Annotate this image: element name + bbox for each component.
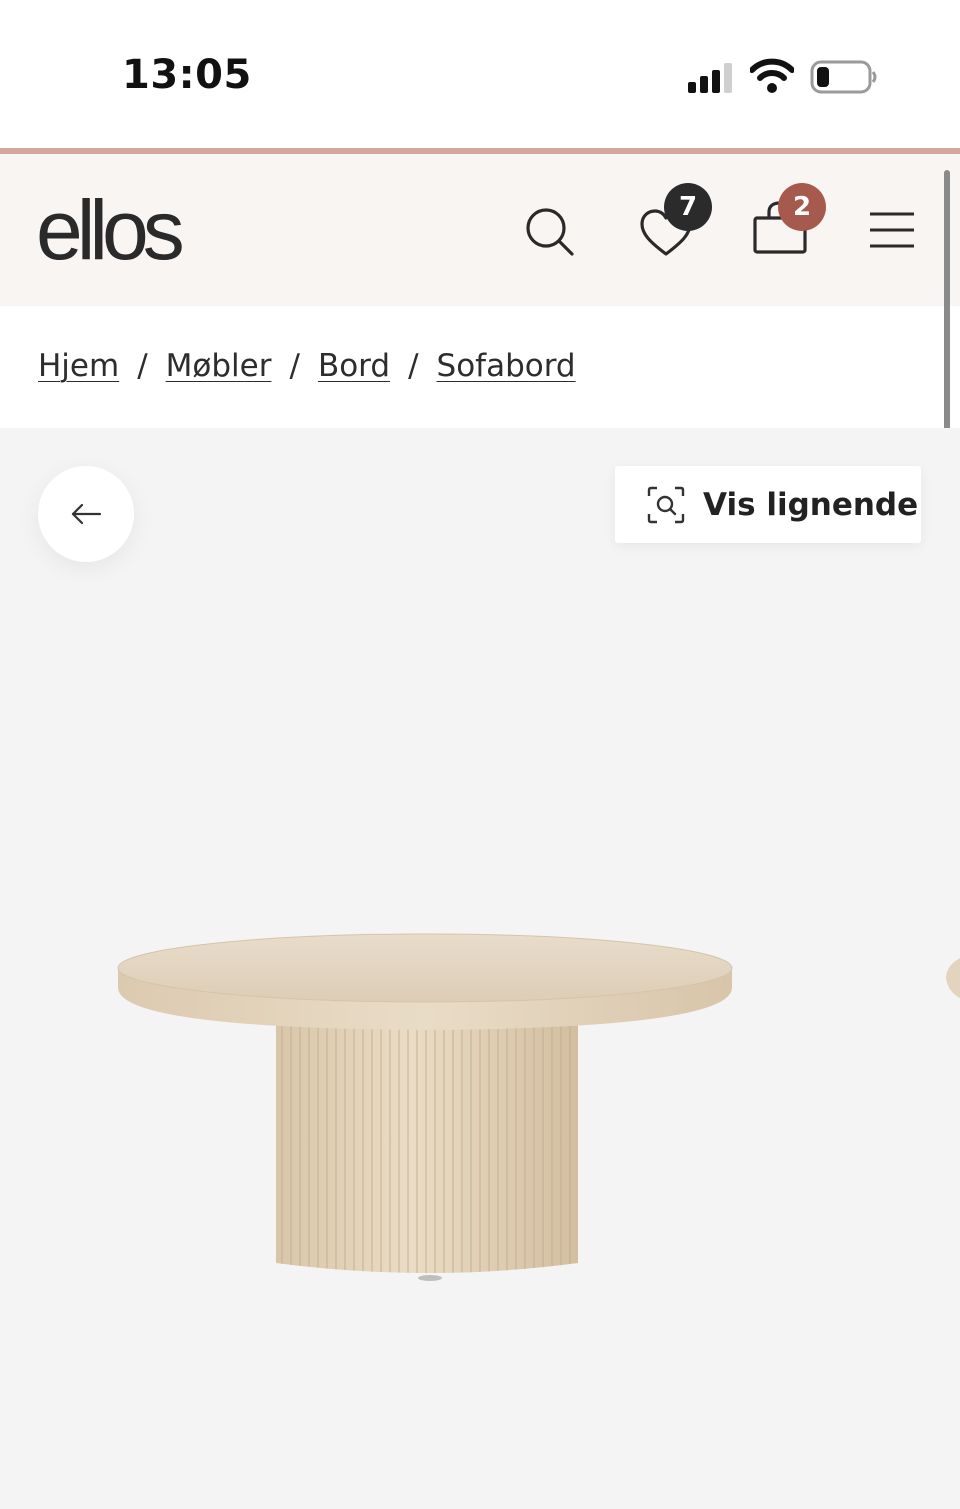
breadcrumb-separator: / [289, 348, 300, 384]
breadcrumb-separator: / [137, 348, 148, 384]
breadcrumb-link-mobler[interactable]: Møbler [166, 348, 272, 384]
cart-count-badge: 2 [778, 183, 826, 231]
product-gallery[interactable]: Vis lignende [0, 428, 960, 1509]
status-bar: 13:05 [0, 0, 960, 148]
visual-search-icon [647, 486, 685, 523]
status-time: 13:05 [122, 52, 252, 98]
next-image-peek[interactable] [944, 948, 960, 1008]
menu-icon[interactable] [868, 210, 916, 250]
search-icon[interactable] [522, 204, 578, 260]
coffee-table-image [117, 933, 733, 1281]
site-header: ellos 7 2 [0, 154, 960, 306]
ellos-logo[interactable]: ellos [36, 182, 185, 278]
back-button[interactable] [38, 466, 134, 562]
product-page: 13:05 ellos 7 2 Hjem / Møbler / Bord / S… [0, 0, 960, 1509]
breadcrumb-link-bord[interactable]: Bord [318, 348, 390, 384]
wifi-icon [750, 58, 794, 93]
breadcrumb-link-sofabord[interactable]: Sofabord [437, 348, 576, 384]
show-similar-label: Vis lignende [703, 486, 919, 523]
breadcrumb-link-hjem[interactable]: Hjem [38, 348, 119, 384]
wishlist-count-badge: 7 [664, 183, 712, 231]
breadcrumb-separator: / [408, 348, 419, 384]
arrow-left-icon [71, 503, 102, 525]
show-similar-button[interactable]: Vis lignende [615, 466, 921, 543]
page-scrollbar[interactable] [944, 170, 950, 442]
breadcrumb: Hjem / Møbler / Bord / Sofabord [38, 348, 576, 388]
battery-icon [810, 60, 877, 94]
cellular-signal-icon [688, 63, 732, 93]
